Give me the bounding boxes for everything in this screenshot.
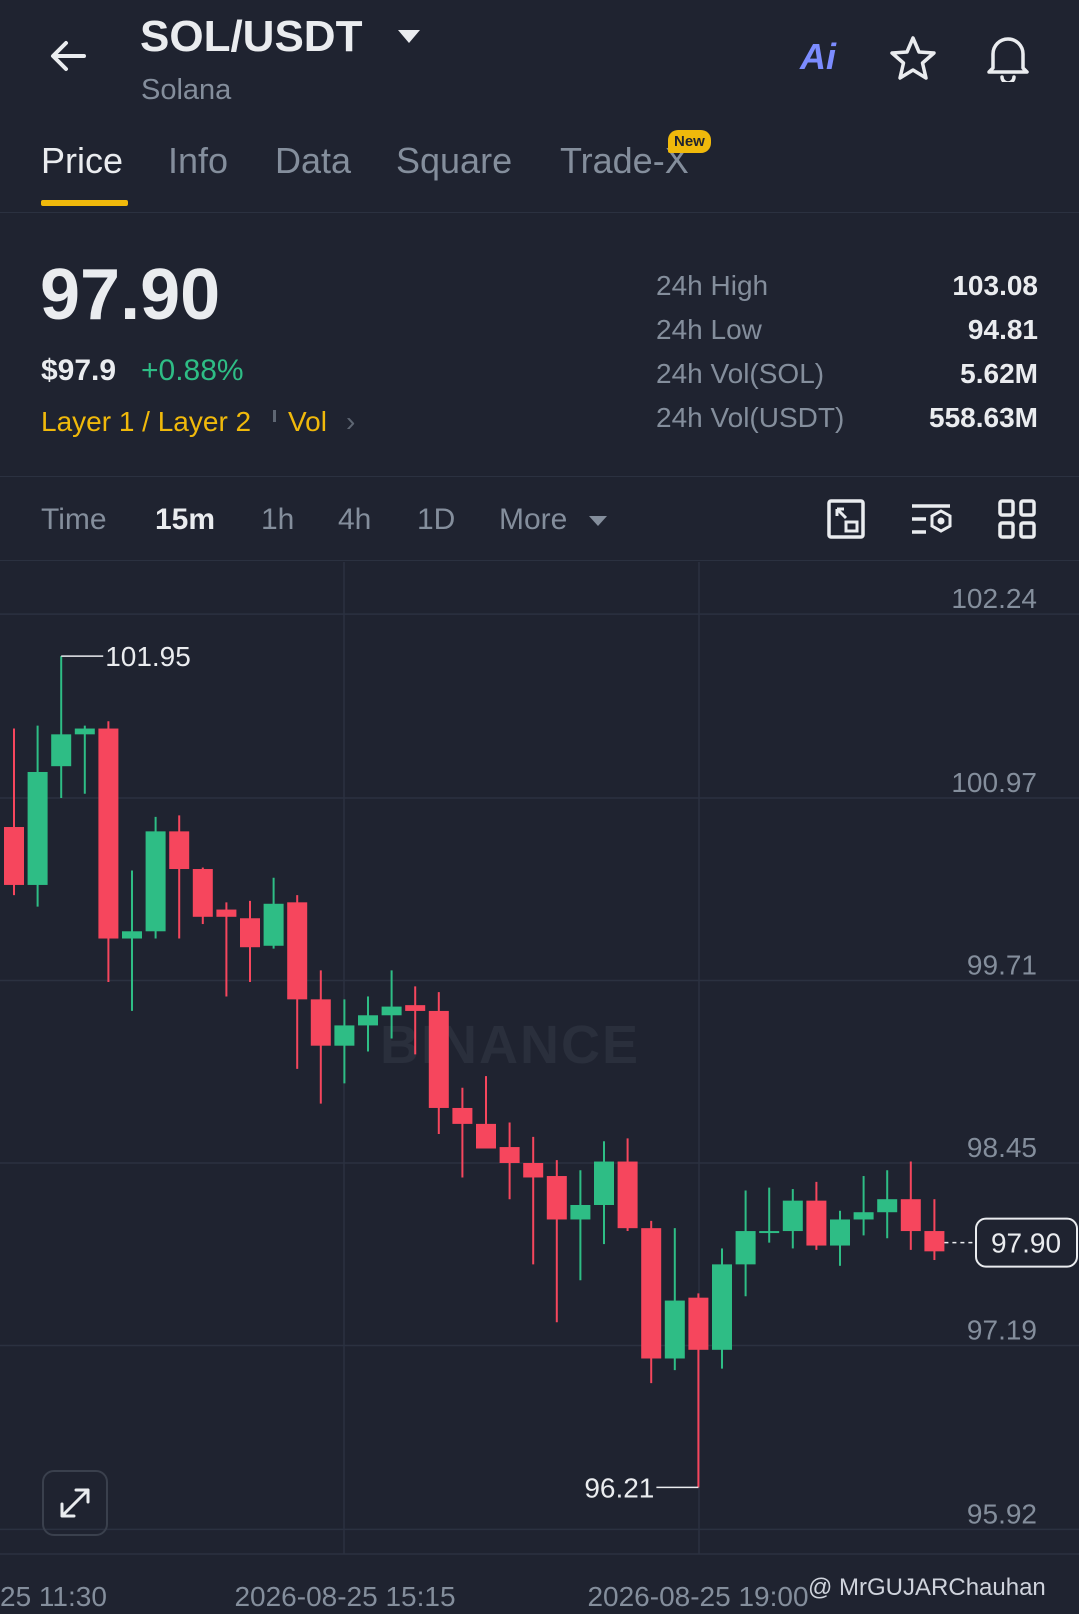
candle-body (735, 1231, 756, 1265)
candle-body (263, 903, 284, 946)
candle-body (759, 1231, 780, 1234)
price-change: +0.88% (141, 354, 244, 387)
divider (0, 476, 1079, 477)
candle-body (924, 1231, 945, 1252)
candle-body (570, 1204, 591, 1220)
candle-body (877, 1199, 898, 1213)
candle-body (74, 728, 95, 735)
ai-icon[interactable]: Ai (800, 36, 836, 78)
stat-value: 103.08 (952, 270, 1038, 301)
y-tick-label: 95.92 (967, 1498, 1037, 1529)
candle-body (145, 831, 166, 932)
low-marker-label: 96.21 (584, 1472, 654, 1503)
x-tick-label: 25 11:30 (0, 1581, 107, 1612)
candle-body (641, 1228, 662, 1359)
tab-data[interactable]: Data (275, 140, 351, 182)
candle-body (712, 1264, 732, 1350)
candle-body (452, 1107, 473, 1124)
tab-price[interactable]: Price (41, 140, 123, 182)
tab-bar: Price Info Data Square Trade-X New (0, 128, 1079, 213)
caret-down-icon[interactable] (588, 514, 608, 533)
candle-body (523, 1162, 544, 1178)
candle-body (98, 728, 119, 939)
candle-body (27, 771, 48, 885)
expand-icon (60, 1488, 90, 1518)
candle-body (806, 1200, 827, 1246)
star-icon[interactable] (888, 34, 938, 87)
back-button[interactable] (40, 30, 96, 86)
candle-body (688, 1297, 709, 1350)
new-badge: New (668, 130, 711, 153)
candle-body (334, 1025, 355, 1046)
timeframe-1d[interactable]: 1D (417, 503, 455, 537)
stat-value: 558.63M (929, 402, 1038, 433)
candle-body (405, 1005, 426, 1011)
candle-body (900, 1199, 921, 1232)
last-price-tag-label: 97.90 (991, 1228, 1061, 1259)
candle-body (853, 1212, 874, 1220)
arrow-left-icon (51, 41, 86, 71)
candle-body (664, 1300, 685, 1359)
timeframe-4h[interactable]: 4h (338, 503, 371, 537)
tab-square[interactable]: Square (396, 140, 512, 182)
y-tick-label: 98.45 (967, 1132, 1037, 1163)
x-tick-label: 2026-08-25 15:15 (234, 1581, 455, 1612)
candle-body (830, 1219, 850, 1246)
x-tick-label: 2026-08-25 19:00 (587, 1581, 808, 1612)
grid-layout-icon[interactable] (997, 498, 1037, 545)
tab-info[interactable]: Info (168, 140, 228, 182)
timeframe-1h[interactable]: 1h (261, 503, 294, 537)
candlestick-chart[interactable]: 102.24 100.97 99.71 98.45 97.19 95.92 101.95 96… (0, 562, 1079, 1614)
bell-icon[interactable] (985, 30, 1031, 87)
y-tick-label: 99.71 (967, 950, 1037, 981)
candle-body (782, 1200, 803, 1232)
pair-title[interactable]: SOL/USDT (140, 12, 362, 62)
header-bar: SOL/USDT Solana Ai (0, 0, 1079, 120)
separator (273, 410, 276, 422)
expand-chart-button[interactable] (42, 1470, 108, 1536)
stat-value: 5.62M (960, 358, 1038, 389)
candle-body (122, 931, 142, 939)
caret-down-icon[interactable] (396, 28, 422, 51)
watermark-credit: @ MrGUJARChauhan (808, 1574, 1046, 1601)
divider (0, 560, 1079, 561)
candle-body (51, 734, 72, 767)
high-marker-label: 101.95 (105, 641, 191, 672)
candle-body (4, 827, 24, 885)
candle-body (310, 999, 331, 1046)
candle-body (617, 1161, 638, 1229)
sector-link[interactable]: Layer 1 / Layer 2 (41, 406, 251, 438)
chart-settings-icon[interactable] (826, 498, 866, 545)
last-price: 97.90 (40, 255, 221, 335)
chevron-right-icon[interactable]: › (346, 406, 355, 438)
stat-label: 24h High (656, 270, 769, 301)
candle-body (381, 1006, 402, 1016)
candle-body (546, 1176, 567, 1220)
candle-body (476, 1123, 496, 1149)
candle-body (428, 1010, 449, 1108)
y-tick-label: 102.24 (951, 583, 1037, 614)
stat-label: 24h Vol(USDT) (656, 402, 845, 433)
indicator-settings-icon[interactable] (910, 498, 954, 545)
candle-body (499, 1147, 520, 1163)
timeframe-15m[interactable]: 15m (155, 503, 215, 537)
candle-body (287, 902, 308, 1000)
timeframe-time[interactable]: Time (41, 503, 107, 537)
pair-subtitle: Solana (141, 74, 232, 106)
candle-body (240, 918, 260, 948)
vol-link[interactable]: Vol (288, 406, 327, 438)
active-tab-indicator (41, 200, 128, 206)
timeframe-more[interactable]: More (499, 503, 567, 537)
candle-body (358, 1015, 378, 1026)
candle-body (169, 831, 190, 870)
stat-label: 24h Low (656, 314, 762, 345)
candle-body (216, 909, 237, 917)
candle-body (594, 1161, 614, 1205)
stat-value: 94.81 (967, 314, 1038, 345)
y-tick-label: 100.97 (951, 767, 1037, 798)
stat-label: 24h Vol(SOL) (656, 358, 825, 389)
price-usd: $97.9 (41, 354, 117, 387)
y-tick-label: 97.19 (967, 1314, 1037, 1345)
candle-body (192, 869, 213, 917)
